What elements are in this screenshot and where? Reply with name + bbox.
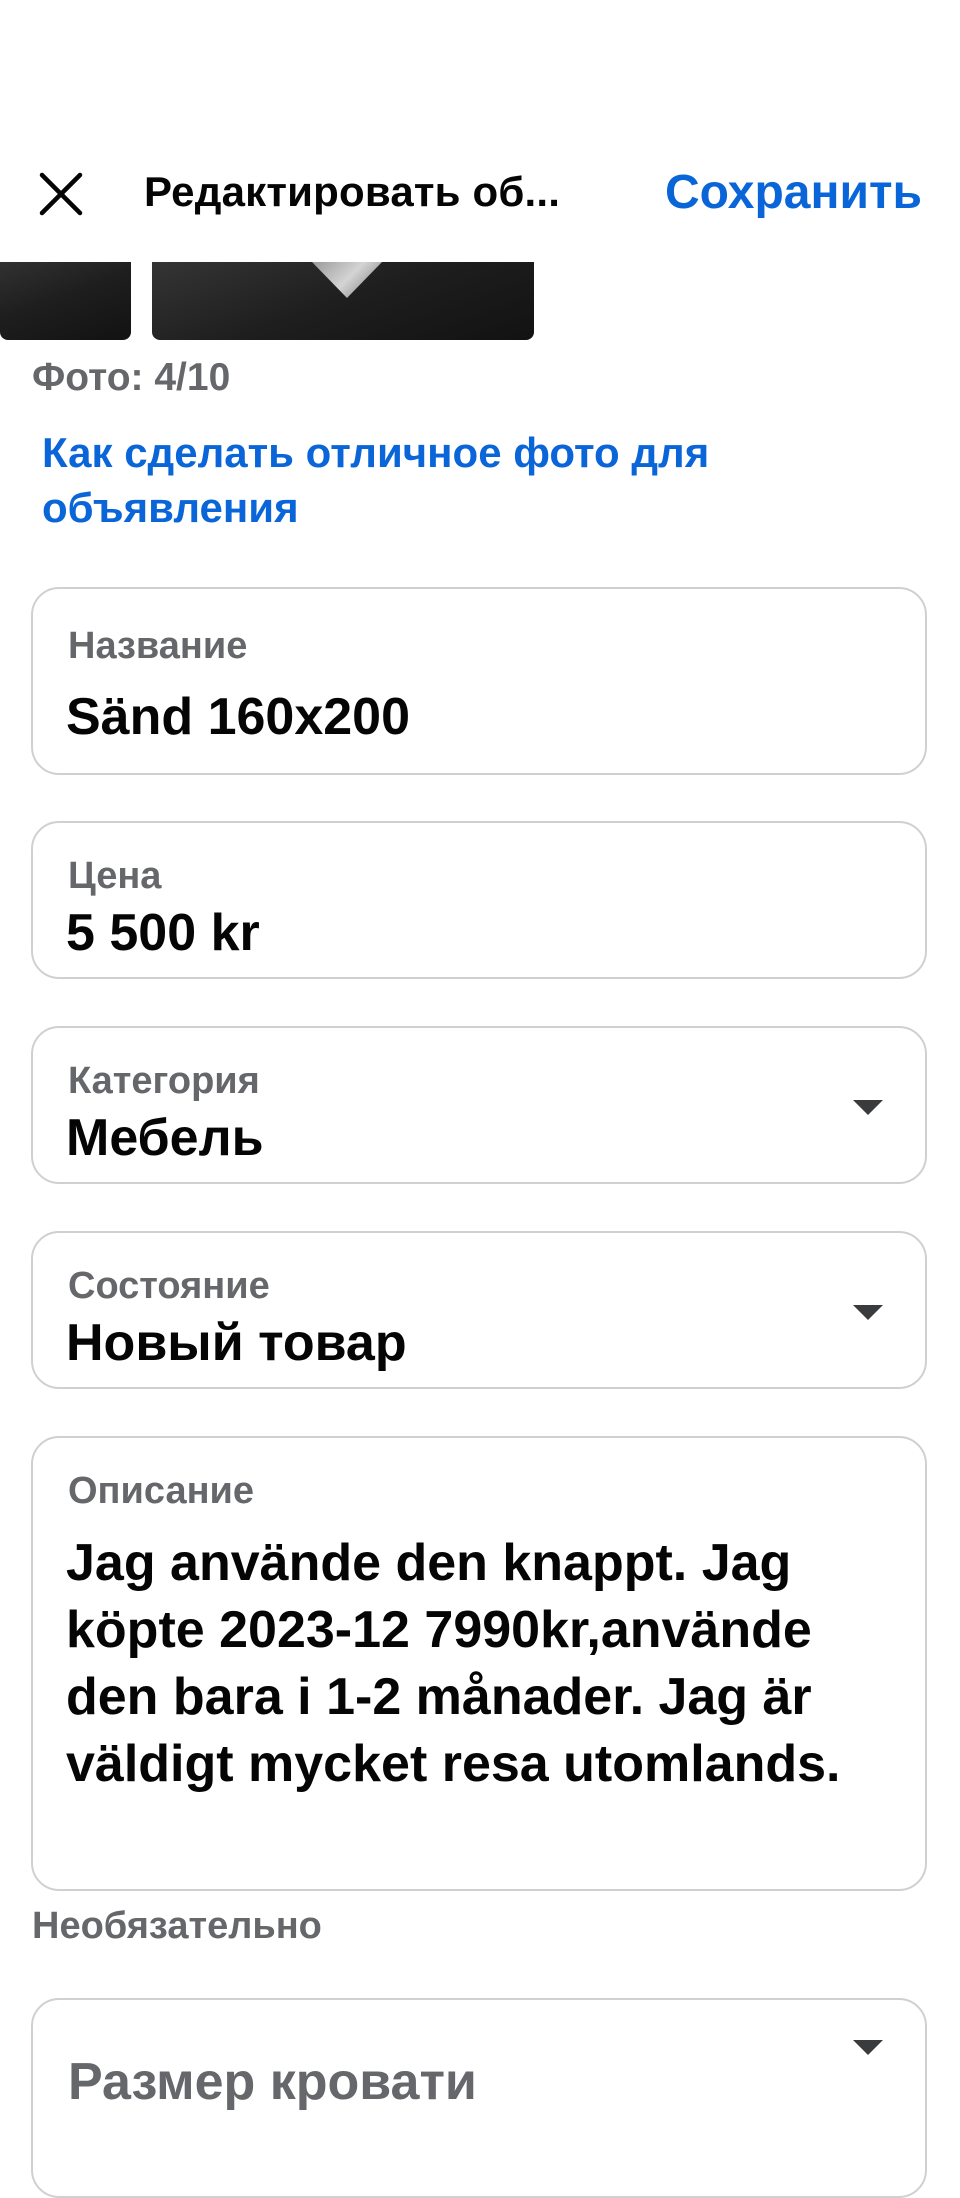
category-label: Категория [68, 1060, 260, 1102]
price-field[interactable]: Цена 5 500 kr [31, 821, 927, 979]
title-field-value[interactable]: Sänd 160x200 [66, 687, 410, 747]
caret-down-icon [853, 1100, 883, 1115]
bed-size-label: Размер кровати [68, 2053, 477, 2111]
caret-down-icon [853, 1305, 883, 1320]
condition-value: Новый товар [66, 1314, 407, 1372]
title-field[interactable]: Название Sänd 160x200 [31, 587, 927, 775]
description-value[interactable]: Jag använde den knappt. Jag köpte 2023-1… [66, 1530, 886, 1798]
caret-down-icon [853, 2040, 883, 2055]
condition-label: Состояние [68, 1265, 270, 1307]
top-bar: Редактировать об... Сохранить [0, 0, 960, 262]
condition-select[interactable]: Состояние Новый товар [31, 1231, 927, 1389]
title-field-label: Название [68, 625, 248, 667]
price-field-value[interactable]: 5 500 kr [66, 903, 260, 963]
category-select[interactable]: Категория Мебель [31, 1026, 927, 1184]
photo-tips-link[interactable]: Как сделать отличное фото для объявления [42, 425, 862, 535]
optional-hint: Необязательно [32, 1905, 322, 1947]
page-title: Редактировать об... [144, 168, 561, 215]
save-button[interactable]: Сохранить [665, 165, 922, 220]
close-icon[interactable] [32, 165, 90, 223]
description-field[interactable]: Описание Jag använde den knappt. Jag köp… [31, 1436, 927, 1891]
category-value: Мебель [66, 1109, 264, 1167]
photo-count: Фото: 4/10 [32, 356, 231, 399]
close-icon-graphic [39, 172, 83, 216]
bed-size-select[interactable]: Размер кровати [31, 1998, 927, 2198]
description-label: Описание [68, 1470, 255, 1512]
price-field-label: Цена [68, 855, 162, 897]
